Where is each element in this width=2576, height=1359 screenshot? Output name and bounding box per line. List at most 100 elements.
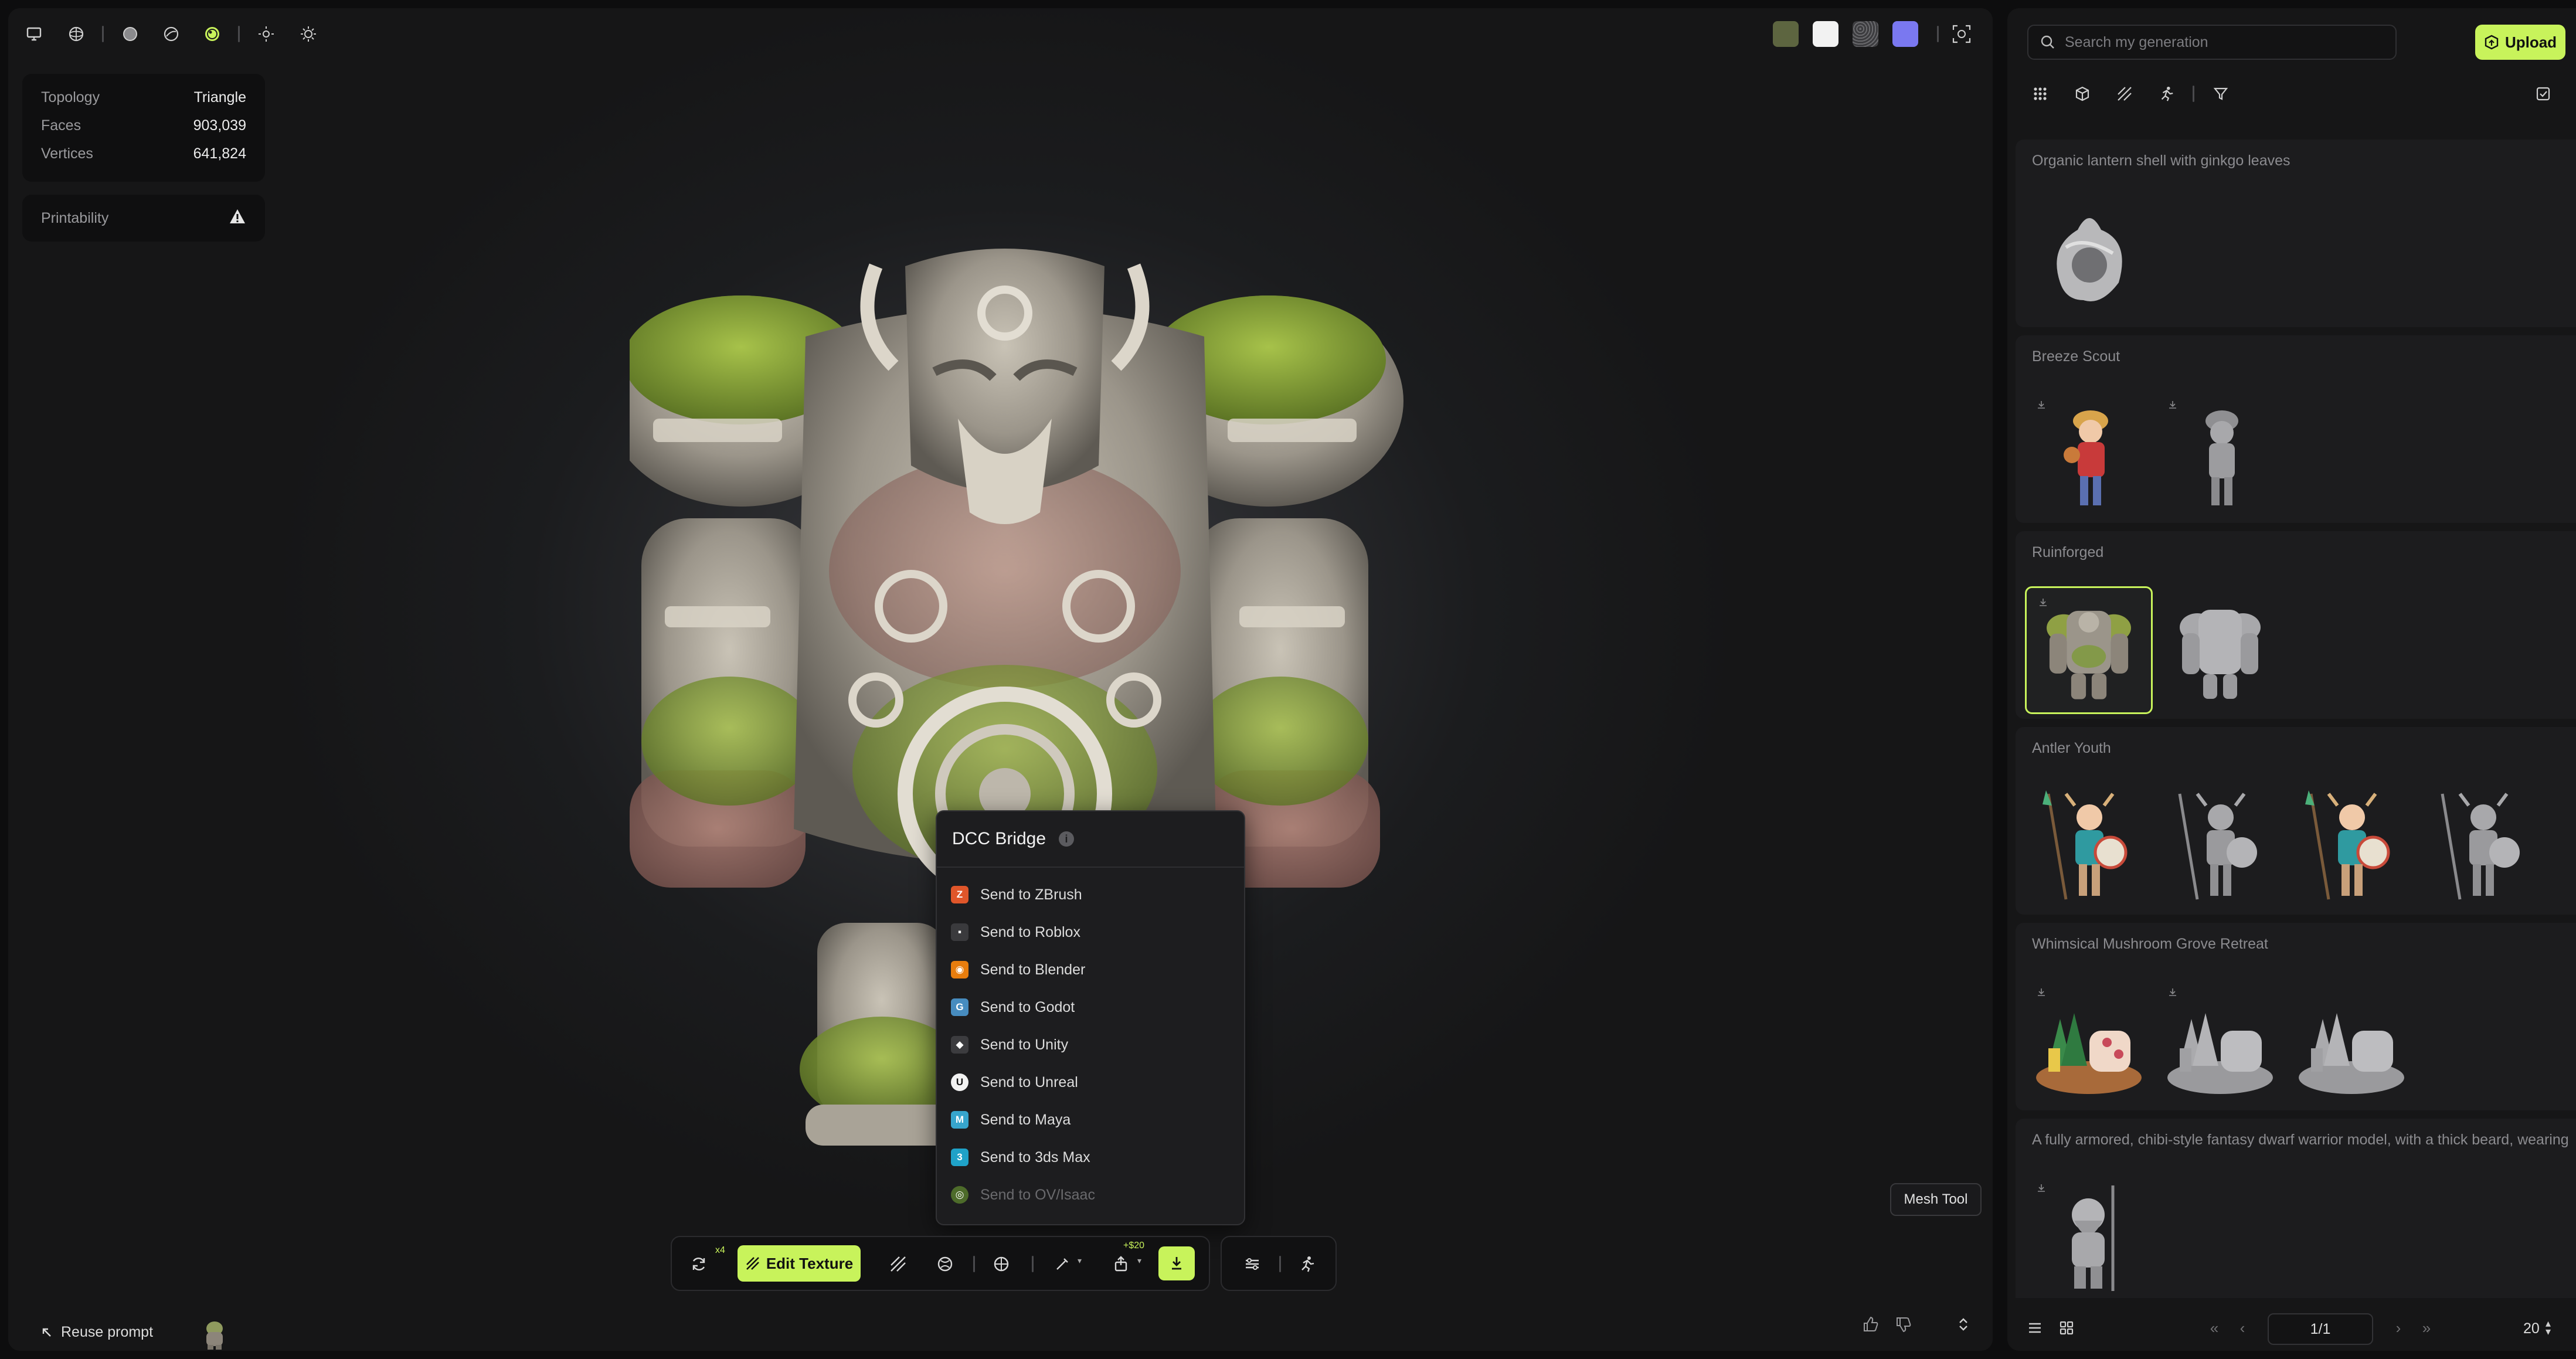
page-input[interactable]: 1/1: [2268, 1313, 2373, 1345]
swatch-noise[interactable]: [1853, 21, 1878, 47]
regenerate-badge: x4: [715, 1245, 725, 1255]
generation-thumbnail[interactable]: [2419, 782, 2547, 910]
generation-thumbnail[interactable]: [2156, 390, 2284, 518]
download-icon: [1172, 1257, 1181, 1270]
generation-thumbnail[interactable]: [2025, 782, 2153, 910]
3d-viewport[interactable]: Topology Triangle Faces 903,039 Vertices…: [8, 8, 1993, 1351]
prompt-thumbnail[interactable]: [202, 1319, 227, 1350]
solid-sphere-icon[interactable]: [117, 21, 143, 47]
cube-icon[interactable]: [2069, 81, 2095, 107]
collapse-toggle-icon[interactable]: [1955, 1316, 1975, 1336]
send-to-3ds-max[interactable]: 3 Send to 3ds Max: [937, 1139, 1244, 1176]
cube-upload-icon: [2485, 35, 2499, 50]
grid-view-icon[interactable]: [2057, 1318, 2077, 1338]
info-row-faces: Faces 903,039: [41, 111, 246, 140]
texture-hatch-icon[interactable]: [885, 1251, 911, 1277]
export-icon[interactable]: [1108, 1251, 1134, 1277]
chevron-down-icon[interactable]: ▾: [1078, 1256, 1082, 1266]
dcc-bridge-header: DCC Bridge i: [937, 811, 1244, 868]
textured-sphere-icon[interactable]: [199, 21, 225, 47]
search-input[interactable]: [2065, 33, 2393, 51]
swatch-moss[interactable]: [1773, 21, 1799, 47]
generation-thumbnail[interactable]: [2288, 782, 2415, 910]
generation-thumbnail[interactable]: [2156, 978, 2284, 1106]
send-to-zbrush[interactable]: Z Send to ZBrush: [937, 876, 1244, 913]
last-page-icon[interactable]: »: [2417, 1318, 2436, 1338]
light-sun-icon[interactable]: [253, 21, 279, 47]
clay-sphere-icon[interactable]: [158, 21, 184, 47]
swatch-white[interactable]: [1813, 21, 1838, 47]
page-size-select[interactable]: 20: [2523, 1320, 2540, 1337]
chevron-updown-icon[interactable]: ▴ ▾: [2546, 1318, 2551, 1337]
toolbar-separator: [1032, 1256, 1034, 1272]
sliders-icon[interactable]: [1239, 1251, 1265, 1277]
wireframe-sphere-icon[interactable]: [63, 21, 89, 47]
edit-texture-label: Edit Texture: [766, 1254, 854, 1272]
texture-hatch-icon[interactable]: [2112, 81, 2137, 107]
dcc-bridge-menu: DCC Bridge i Z Send to ZBrush ▪ Send to …: [936, 810, 1245, 1225]
send-to-ov-isaac[interactable]: ◎ Send to OV/Isaac: [937, 1176, 1244, 1214]
rig-dropdown-icon[interactable]: [1049, 1251, 1075, 1277]
generation-group: Breeze Scout: [2016, 335, 2576, 523]
thumbs-down-icon[interactable]: [1895, 1316, 1915, 1336]
download-button[interactable]: [1158, 1246, 1195, 1280]
filter-funnel-icon[interactable]: [2208, 81, 2234, 107]
regenerate-icon[interactable]: [686, 1251, 712, 1277]
send-to-roblox[interactable]: ▪ Send to Roblox: [937, 913, 1244, 951]
retopology-icon[interactable]: [988, 1251, 1014, 1277]
generation-panel: Upload Organic lantern shell with ginkgo…: [2007, 8, 2576, 1351]
info-icon[interactable]: i: [1059, 831, 1075, 847]
dcc-bridge-title: DCC Bridge: [952, 829, 1046, 848]
download-icon[interactable]: [2038, 597, 2048, 610]
send-to-unreal[interactable]: U Send to Unreal: [937, 1064, 1244, 1101]
upload-button[interactable]: Upload: [2475, 25, 2565, 60]
monitor-icon[interactable]: [21, 21, 47, 47]
generation-thumbnail[interactable]: [2156, 782, 2284, 910]
generation-thumbnail[interactable]: [2025, 195, 2153, 322]
info-label: Faces: [41, 117, 81, 134]
animate-run-icon[interactable]: [1294, 1251, 1320, 1277]
send-to-unity[interactable]: ◆ Send to Unity: [937, 1026, 1244, 1064]
search-box[interactable]: [2027, 25, 2397, 60]
printability-card[interactable]: Printability: [22, 195, 265, 242]
download-icon[interactable]: [2037, 400, 2046, 412]
thumbs-up-icon[interactable]: [1862, 1316, 1882, 1336]
toolbar-separator: [1279, 1256, 1281, 1272]
unity-icon: ◆: [951, 1036, 968, 1054]
light-sun-alt-icon[interactable]: [295, 21, 321, 47]
generation-thumbnail[interactable]: [2025, 978, 2153, 1106]
download-icon[interactable]: [2168, 987, 2177, 1000]
dcc-item-label: Send to Roblox: [980, 923, 1080, 940]
chevron-down-icon[interactable]: ▾: [1137, 1256, 1141, 1266]
dcc-item-label: Send to Maya: [980, 1111, 1071, 1128]
send-to-blender[interactable]: ◉ Send to Blender: [937, 951, 1244, 988]
toolbar-separator: [238, 26, 240, 42]
generation-thumbnail[interactable]: [2156, 586, 2284, 714]
download-icon[interactable]: [2168, 400, 2177, 412]
generation-thumbnail[interactable]: [2025, 1174, 2153, 1298]
first-page-icon[interactable]: «: [2204, 1318, 2224, 1338]
generation-thumbnail-selected[interactable]: [2025, 586, 2153, 714]
bottom-toolbar-secondary: [1221, 1236, 1337, 1291]
material-sphere-icon[interactable]: [932, 1251, 958, 1277]
send-to-godot[interactable]: G Send to Godot: [937, 988, 1244, 1026]
generation-thumbnail[interactable]: [2025, 390, 2153, 518]
mesh-tool-button[interactable]: Mesh Tool: [1890, 1183, 1982, 1216]
list-view-icon[interactable]: [2025, 1318, 2045, 1338]
grid-dots-icon[interactable]: [2027, 81, 2053, 107]
download-icon[interactable]: [2037, 1183, 2046, 1195]
select-checkbox-icon[interactable]: [2530, 81, 2556, 107]
generation-thumbnail[interactable]: [2288, 978, 2415, 1106]
search-icon: [2041, 35, 2054, 49]
animate-run-icon[interactable]: [2154, 81, 2180, 107]
prev-page-icon[interactable]: ‹: [2232, 1318, 2252, 1338]
reuse-prompt-label: Reuse prompt: [61, 1324, 154, 1340]
dcc-item-label: Send to Blender: [980, 961, 1086, 978]
edit-texture-button[interactable]: Edit Texture: [738, 1245, 861, 1282]
swatch-purple[interactable]: [1892, 21, 1918, 47]
reuse-prompt-button[interactable]: Reuse prompt: [41, 1324, 153, 1341]
focus-view-icon[interactable]: [1949, 21, 1975, 47]
next-page-icon[interactable]: ›: [2388, 1318, 2408, 1338]
send-to-maya[interactable]: M Send to Maya: [937, 1101, 1244, 1139]
download-icon[interactable]: [2037, 987, 2046, 1000]
